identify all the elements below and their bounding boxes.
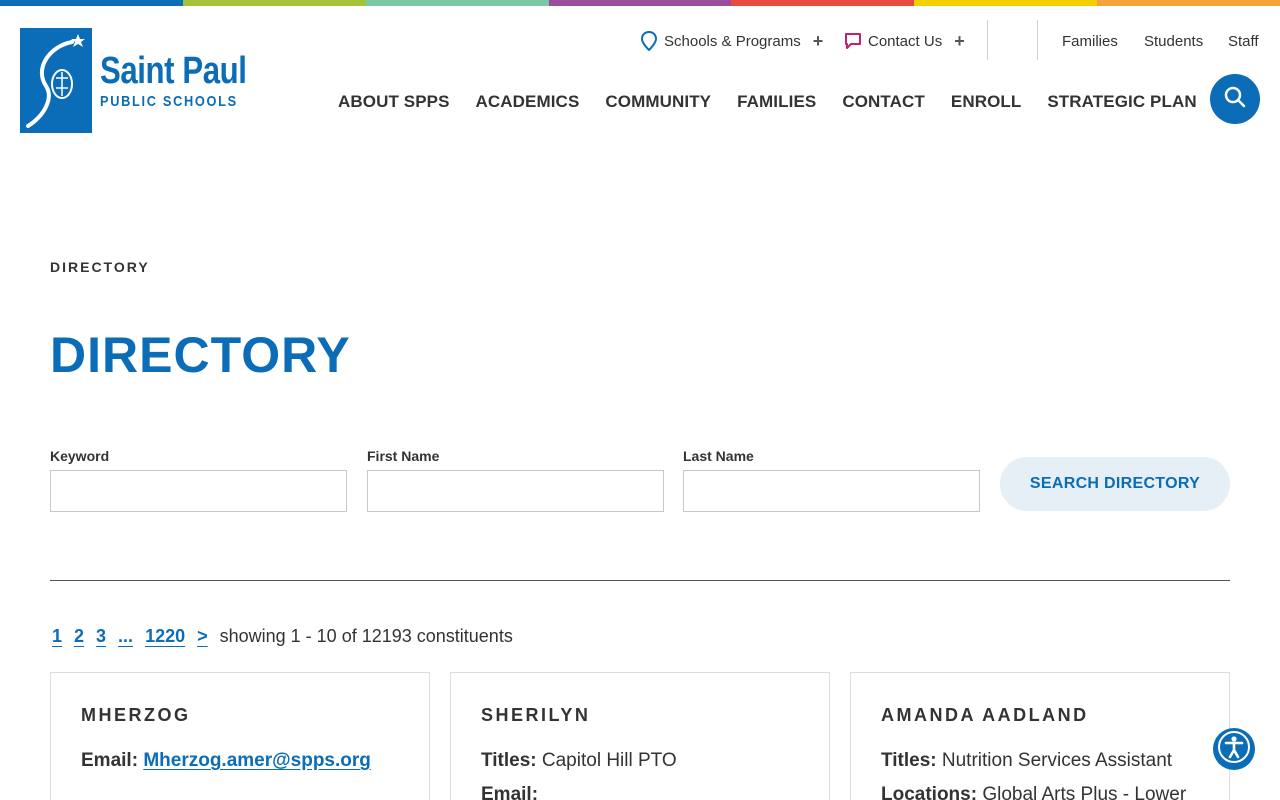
keyword-input[interactable]: [50, 470, 347, 512]
nav-contact[interactable]: CONTACT: [842, 92, 925, 112]
card-field-label: Email:: [81, 750, 139, 771]
page-link-3[interactable]: 3: [96, 626, 106, 647]
last-name-input[interactable]: [683, 470, 980, 512]
page-link-ellipsis[interactable]: ...: [118, 626, 133, 647]
section-divider: [50, 580, 1230, 581]
page-title: DIRECTORY: [50, 327, 351, 383]
directory-card: MHERZOG Email: Mherzog.amer@spps.org: [50, 672, 430, 800]
top-color-bar: [0, 0, 1280, 6]
card-field-value[interactable]: Global Arts Plus - Lower: [982, 784, 1186, 800]
page-next-link[interactable]: >: [197, 626, 208, 647]
nav-academics[interactable]: ACADEMICS: [476, 92, 580, 112]
nav-enroll[interactable]: ENROLL: [951, 92, 1021, 112]
card-titles-line: Titles: Capitol Hill PTO: [481, 750, 799, 772]
plus-icon: +: [812, 30, 824, 51]
nav-families[interactable]: FAMILIES: [737, 92, 816, 112]
staff-link-label: Staff: [1228, 32, 1259, 50]
utility-students-link[interactable]: Students: [1144, 26, 1203, 56]
accessibility-icon: [1217, 730, 1251, 769]
families-link-label: Families: [1062, 32, 1118, 50]
card-name: MHERZOG: [81, 705, 191, 725]
first-name-input[interactable]: [367, 470, 664, 512]
utility-divider: [1037, 20, 1038, 60]
card-name: AMANDA AADLAND: [881, 705, 1089, 725]
card-email-line: Email:: [481, 784, 799, 800]
logo-title: Saint Paul: [100, 49, 247, 92]
nav-about-spps[interactable]: ABOUT SPPS: [338, 92, 450, 112]
chat-bubble-icon: [844, 32, 862, 50]
page-link-2[interactable]: 2: [74, 626, 84, 647]
first-name-field: First Name: [367, 448, 664, 512]
color-stripe: [914, 0, 1098, 6]
last-name-label: Last Name: [683, 448, 754, 464]
color-stripe: [548, 0, 732, 6]
color-stripe: [731, 0, 915, 6]
card-field-label: Titles:: [881, 750, 937, 771]
card-email-line: Email: Mherzog.amer@spps.org: [81, 750, 399, 772]
card-field-label: Locations:: [881, 784, 978, 800]
utility-contact-us[interactable]: Contact Us +: [844, 26, 965, 56]
contact-us-label: Contact Us: [868, 32, 943, 50]
card-titles-line: Titles: Nutrition Services Assistant: [881, 750, 1199, 772]
utility-divider: [987, 20, 988, 60]
keyword-label: Keyword: [50, 448, 110, 464]
color-stripe: [0, 0, 183, 6]
keyword-field: Keyword: [50, 448, 347, 512]
pagination: 1 2 3 ... 1220 > showing 1 - 10 of 12193…: [52, 626, 513, 647]
logo-subtitle: PUBLIC SCHOOLS: [100, 92, 238, 110]
card-field-value: Nutrition Services Assistant: [941, 750, 1173, 771]
search-directory-button[interactable]: SEARCH DIRECTORY: [1000, 457, 1230, 511]
location-pin-icon: [640, 31, 658, 51]
results-count: showing 1 - 10 of 12193 constituents: [219, 626, 513, 646]
color-stripe: [365, 0, 549, 6]
schools-programs-label: Schools & Programs: [664, 32, 801, 50]
color-stripe: [182, 0, 366, 6]
utility-families-link[interactable]: Families: [1062, 26, 1118, 56]
card-locations-line: Locations: Global Arts Plus - Lower: [881, 784, 1199, 800]
directory-card: AMANDA AADLAND Titles: Nutrition Service…: [850, 672, 1230, 800]
utility-schools-programs[interactable]: Schools & Programs +: [640, 26, 823, 56]
page-link-1[interactable]: 1: [52, 626, 62, 647]
utility-staff-link[interactable]: Staff: [1228, 26, 1259, 56]
accessibility-button[interactable]: [1213, 728, 1255, 770]
site-search-button[interactable]: [1210, 74, 1260, 124]
nav-strategic-plan[interactable]: STRATEGIC PLAN: [1047, 92, 1196, 112]
nav-community[interactable]: COMMUNITY: [605, 92, 711, 112]
card-email-link[interactable]: Mherzog.amer@spps.org: [143, 750, 371, 771]
card-name: SHERILYN: [481, 705, 591, 725]
color-stripe: [1097, 0, 1280, 6]
directory-card: SHERILYN Titles: Capitol Hill PTO Email:: [450, 672, 830, 800]
card-field-value: Capitol Hill PTO: [541, 750, 677, 771]
students-link-label: Students: [1144, 32, 1204, 50]
plus-icon: +: [954, 30, 965, 51]
breadcrumb: DIRECTORY: [50, 259, 150, 275]
first-name-label: First Name: [367, 448, 440, 464]
last-name-field: Last Name: [683, 448, 980, 512]
site-logo[interactable]: Saint Paul PUBLIC SCHOOLS: [20, 28, 279, 133]
logo-emblem-icon: [20, 28, 92, 133]
search-icon: [1224, 86, 1246, 113]
logo-wordmark: Saint Paul PUBLIC SCHOOLS: [100, 51, 279, 111]
page-link-last[interactable]: 1220: [145, 626, 185, 647]
card-field-label: Email:: [481, 784, 539, 800]
main-navigation: ABOUT SPPS ACADEMICS COMMUNITY FAMILIES …: [338, 92, 1197, 112]
card-field-label: Titles:: [481, 750, 537, 771]
